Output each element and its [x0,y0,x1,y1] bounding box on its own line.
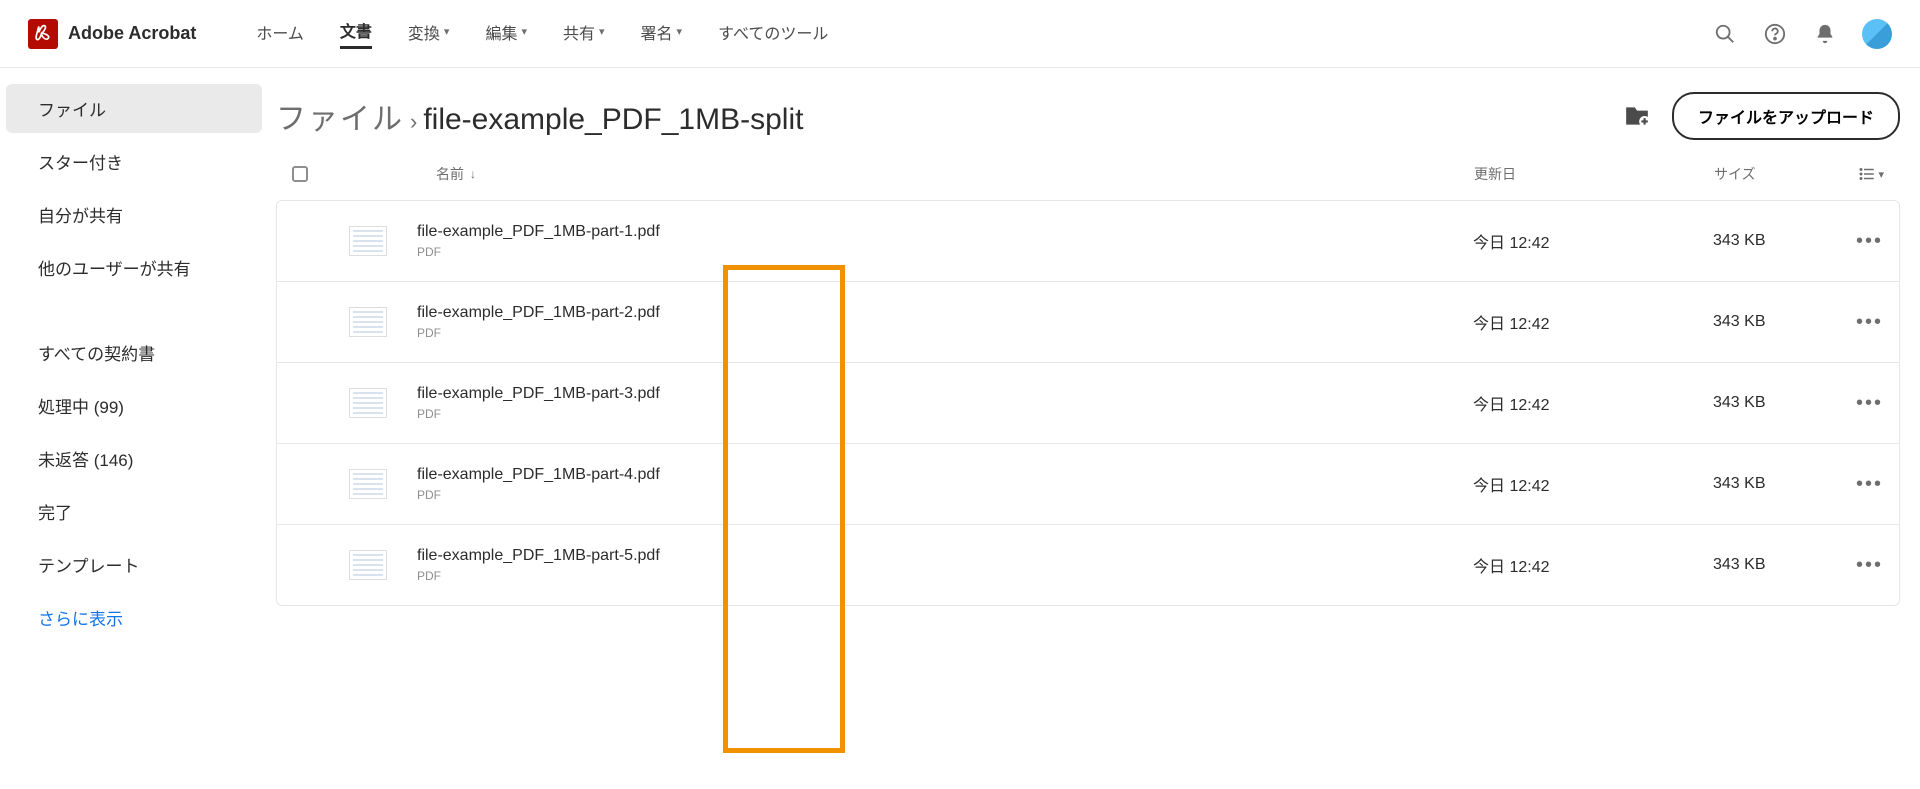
nav-documents[interactable]: 文書 [340,18,372,49]
file-updated: 今日 12:42 [1473,391,1713,415]
content-header: ファイル › file-example_PDF_1MB-split ファイルをア… [276,92,1900,140]
topbar-right [1712,19,1892,49]
pdf-thumbnail-icon [349,388,387,418]
table-row[interactable]: file-example_PDF_1MB-part-5.pdf PDF 今日 1… [277,525,1899,605]
more-actions-icon[interactable]: ••• [1823,311,1883,334]
column-size[interactable]: サイズ [1714,164,1824,184]
file-info: file-example_PDF_1MB-part-1.pdf PDF [417,223,1473,259]
file-size: 343 KB [1713,232,1823,250]
column-name[interactable]: 名前 ↓ [352,164,1474,184]
select-all-checkbox[interactable] [292,166,308,182]
file-type: PDF [417,488,1473,502]
nav-tabs: ホーム 文書 変換▾ 編集▾ 共有▾ 署名▾ すべてのツール [256,18,828,49]
nav-home[interactable]: ホーム [256,18,304,49]
breadcrumb-current: file-example_PDF_1MB-split [423,103,803,137]
chevron-down-icon: ▾ [521,25,527,38]
sidebar-item-processing[interactable]: 処理中 (99) [6,381,262,430]
more-actions-icon[interactable]: ••• [1823,554,1883,577]
file-name: file-example_PDF_1MB-part-5.pdf [417,547,1473,565]
brand[interactable]: Adobe Acrobat [28,19,196,49]
new-folder-icon[interactable] [1624,103,1650,129]
notifications-icon[interactable] [1812,21,1838,47]
file-name: file-example_PDF_1MB-part-3.pdf [417,385,1473,403]
file-type: PDF [417,569,1473,583]
pdf-thumbnail-icon [349,307,387,337]
file-updated: 今日 12:42 [1473,553,1713,577]
table-row[interactable]: file-example_PDF_1MB-part-2.pdf PDF 今日 1… [277,282,1899,363]
search-icon[interactable] [1712,21,1738,47]
table-header: 名前 ↓ 更新日 サイズ ▾ [276,164,1900,200]
acrobat-logo-icon [28,19,58,49]
file-info: file-example_PDF_1MB-part-4.pdf PDF [417,466,1473,502]
more-actions-icon[interactable]: ••• [1823,473,1883,496]
file-name: file-example_PDF_1MB-part-2.pdf [417,304,1473,322]
file-size: 343 KB [1713,313,1823,331]
breadcrumb: ファイル › file-example_PDF_1MB-split [276,94,803,138]
chevron-down-icon: ▾ [1878,168,1884,181]
more-actions-icon[interactable]: ••• [1823,230,1883,253]
content-area: ファイル › file-example_PDF_1MB-split ファイルをア… [268,68,1920,789]
sidebar-item-templates[interactable]: テンプレート [6,540,262,589]
help-icon[interactable] [1762,21,1788,47]
file-info: file-example_PDF_1MB-part-3.pdf PDF [417,385,1473,421]
nav-all-tools[interactable]: すべてのツール [718,18,828,49]
nav-share[interactable]: 共有▾ [563,18,605,49]
chevron-down-icon: ▾ [444,25,450,38]
sidebar: ファイル スター付き 自分が共有 他のユーザーが共有 すべての契約書 処理中 (… [0,68,268,789]
sort-descending-icon: ↓ [470,167,476,181]
table-row[interactable]: file-example_PDF_1MB-part-3.pdf PDF 今日 1… [277,363,1899,444]
file-updated: 今日 12:42 [1473,472,1713,496]
list-view-icon [1858,165,1876,183]
more-actions-icon[interactable]: ••• [1823,392,1883,415]
sidebar-item-files[interactable]: ファイル [6,84,262,133]
main-layout: ファイル スター付き 自分が共有 他のユーザーが共有 すべての契約書 処理中 (… [0,68,1920,789]
file-size: 343 KB [1713,394,1823,412]
sidebar-item-show-more[interactable]: さらに表示 [6,593,262,642]
pdf-thumbnail-icon [349,226,387,256]
sidebar-item-all-agreements[interactable]: すべての契約書 [6,328,262,377]
file-type: PDF [417,245,1473,259]
sidebar-divider [0,296,268,328]
sidebar-item-starred[interactable]: スター付き [6,137,262,186]
table-row[interactable]: file-example_PDF_1MB-part-1.pdf PDF 今日 1… [277,201,1899,282]
chevron-down-icon: ▾ [599,25,605,38]
file-type: PDF [417,326,1473,340]
file-size: 343 KB [1713,556,1823,574]
select-all-column [292,166,352,182]
file-name: file-example_PDF_1MB-part-4.pdf [417,466,1473,484]
file-name: file-example_PDF_1MB-part-1.pdf [417,223,1473,241]
file-type: PDF [417,407,1473,421]
avatar[interactable] [1862,19,1892,49]
pdf-thumbnail-icon [349,550,387,580]
brand-name: Adobe Acrobat [68,23,196,44]
sidebar-item-completed[interactable]: 完了 [6,487,262,536]
file-info: file-example_PDF_1MB-part-5.pdf PDF [417,547,1473,583]
header-actions: ファイルをアップロード [1624,92,1900,140]
nav-convert[interactable]: 変換▾ [408,18,450,49]
breadcrumb-root[interactable]: ファイル [276,94,404,138]
breadcrumb-separator: › [410,109,417,135]
upload-button[interactable]: ファイルをアップロード [1672,92,1900,140]
column-updated[interactable]: 更新日 [1474,164,1714,184]
table-row[interactable]: file-example_PDF_1MB-part-4.pdf PDF 今日 1… [277,444,1899,525]
nav-edit[interactable]: 編集▾ [485,18,527,49]
sidebar-item-shared-with-me[interactable]: 他のユーザーが共有 [6,243,262,292]
sidebar-item-shared-by-me[interactable]: 自分が共有 [6,190,262,239]
file-updated: 今日 12:42 [1473,310,1713,334]
file-info: file-example_PDF_1MB-part-2.pdf PDF [417,304,1473,340]
view-options[interactable]: ▾ [1824,165,1884,183]
sidebar-item-unanswered[interactable]: 未返答 (146) [6,434,262,483]
pdf-thumbnail-icon [349,469,387,499]
file-list: file-example_PDF_1MB-part-1.pdf PDF 今日 1… [276,200,1900,606]
top-navbar: Adobe Acrobat ホーム 文書 変換▾ 編集▾ 共有▾ 署名▾ すべて… [0,0,1920,68]
nav-sign[interactable]: 署名▾ [641,18,683,49]
chevron-down-icon: ▾ [677,25,683,38]
file-updated: 今日 12:42 [1473,229,1713,253]
file-size: 343 KB [1713,475,1823,493]
